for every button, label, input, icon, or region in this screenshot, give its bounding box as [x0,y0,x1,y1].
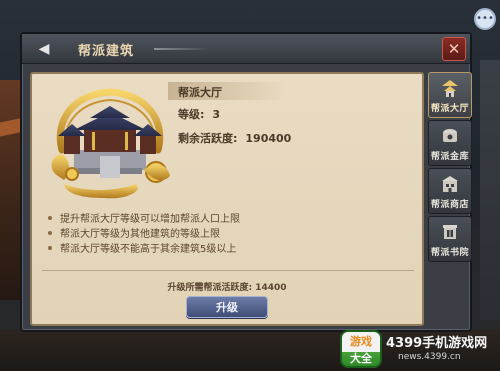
description-text: 提升帮派大厅等级可以增加帮派人口上限 [60,214,240,225]
shop-icon [442,176,458,192]
requirement-value: 14400 [255,283,287,293]
watermark-site-name: 4399手机游戏网 [386,336,488,351]
building-name: 帮派大厅 [178,86,222,99]
watermark-site-url: news.4399.cn [398,352,461,362]
description-text: 帮派大厅等级为其他建筑的等级上限 [60,229,220,240]
watermark-logo: 游戏 大全 [340,330,382,368]
tab-label: 帮派书院 [430,248,469,258]
upgrade-button[interactable]: 升级 [186,296,268,318]
description-item: 提升帮派大厅等级可以增加帮派人口上限 [44,210,414,225]
watermark-badge-bottom: 大全 [350,352,372,365]
level-label: 等级: [178,108,205,121]
upgrade-requirement: 升级所需帮派活跃度: 14400 [32,280,422,293]
description-item: 帮派大厅等级不能高于其余建筑5级以上 [44,240,414,255]
tab-label: 帮派商店 [430,200,469,210]
pagoda-icon [442,80,458,97]
level-value: 3 [212,108,221,121]
tab-label: 帮派大厅 [430,104,469,114]
bullet-dot-icon [48,245,52,250]
treasury-icon [443,129,457,142]
activity-label: 剩余活跃度: [178,132,238,145]
description-text: 帮派大厅等级不能高于其余建筑5级以上 [60,244,237,255]
window-title: 帮派建筑 [78,44,135,59]
watermark-badge-top: 游戏 [342,332,380,352]
bullet-dot-icon [48,215,52,220]
description-item: 帮派大厅等级为其他建筑的等级上限 [44,225,414,240]
close-button[interactable]: ✕ [442,37,466,61]
remaining-activity-row: 剩余活跃度: 190400 [178,130,291,146]
back-button[interactable]: ◀ [30,39,58,59]
tab-guild-shop[interactable]: 帮派商店 [428,168,472,214]
golden-dragon-palace-illustration [51,88,170,199]
title-decoration [154,48,210,50]
title-bar: ◀ 帮派建筑 ✕ [22,34,470,64]
left-arrow-icon: ◀ [38,41,50,57]
bullet-dot-icon [48,230,52,235]
academy-icon [443,225,457,239]
close-x-icon: ✕ [447,40,461,58]
tab-guild-treasury[interactable]: 帮派金库 [428,120,472,166]
background-right-edge [480,60,500,320]
guild-building-window: ◀ 帮派建筑 ✕ 帮派大厅 等级: 3 剩余活跃度: 190400 提升帮派大厅… [20,32,472,332]
requirement-label: 升级所需帮派活跃度: [167,283,253,293]
activity-value: 190400 [245,132,292,145]
description-list: 提升帮派大厅等级可以增加帮派人口上限 帮派大厅等级为其他建筑的等级上限 帮派大厅… [44,210,414,255]
tab-label: 帮派金库 [430,152,469,162]
building-level-row: 等级: 3 [178,106,220,122]
divider [42,270,414,271]
building-tabs: 帮派大厅 帮派金库 帮派商店 帮派书院 [428,72,472,264]
building-detail-panel: 帮派大厅 等级: 3 剩余活跃度: 190400 提升帮派大厅等级可以增加帮派人口上… [30,72,424,326]
tab-guild-hall[interactable]: 帮派大厅 [428,72,472,118]
tab-guild-academy[interactable]: 帮派书院 [428,216,472,262]
chat-bubble-icon[interactable]: ••• [474,8,496,30]
